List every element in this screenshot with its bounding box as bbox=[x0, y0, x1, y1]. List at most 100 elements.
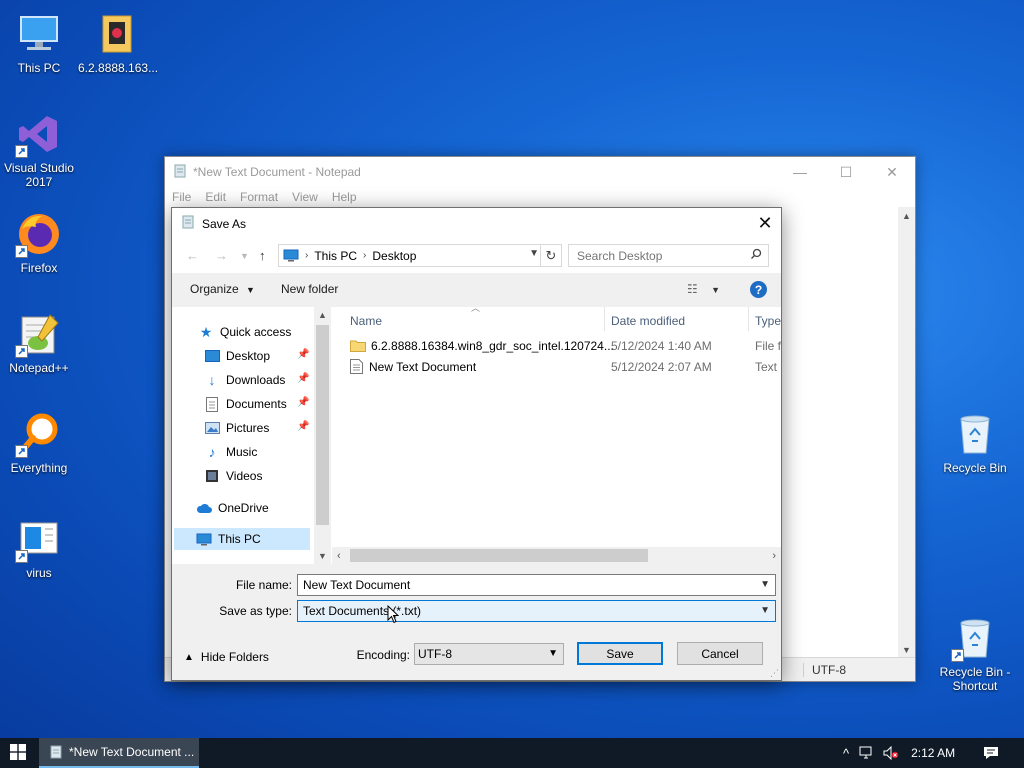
search-input[interactable]: Search Desktop bbox=[568, 244, 769, 267]
scroll-left-icon[interactable]: ‹ bbox=[337, 550, 341, 562]
scroll-up-icon[interactable]: ▲ bbox=[902, 211, 911, 221]
chevron-down-icon[interactable]: ▼ bbox=[760, 579, 770, 590]
new-folder-button[interactable]: New folder bbox=[281, 282, 338, 296]
chevron-down-icon[interactable]: ▼ bbox=[760, 605, 770, 616]
desktop-icon-zip-folder[interactable]: 6.2.8888.163... bbox=[78, 10, 158, 75]
nav-desktop[interactable]: Desktop 📌 bbox=[204, 345, 314, 367]
menu-edit[interactable]: Edit bbox=[205, 190, 226, 204]
file-row[interactable]: New Text Document bbox=[350, 356, 476, 377]
up-arrow-icon[interactable]: ↑ bbox=[259, 248, 266, 263]
scroll-up-icon[interactable]: ▲ bbox=[318, 310, 327, 320]
menu-help[interactable]: Help bbox=[332, 190, 357, 204]
start-button[interactable] bbox=[0, 738, 36, 768]
nav-documents[interactable]: Documents 📌 bbox=[204, 393, 314, 415]
minimize-button[interactable]: — bbox=[777, 157, 823, 187]
address-dropdown-icon[interactable]: ▼ bbox=[529, 248, 539, 259]
nav-pictures[interactable]: Pictures 📌 bbox=[204, 417, 314, 439]
file-row[interactable]: 6.2.8888.16384.win8_gdr_soc_intel.120724… bbox=[350, 335, 614, 356]
computer-icon bbox=[283, 249, 299, 262]
breadcrumb-desktop[interactable]: Desktop bbox=[372, 249, 416, 263]
menu-format[interactable]: Format bbox=[240, 190, 278, 204]
details-view-icon: ☷ bbox=[687, 282, 698, 296]
nav-quick-access[interactable]: ★ Quick access bbox=[198, 321, 292, 343]
nav-downloads[interactable]: ↓ Downloads 📌 bbox=[204, 369, 314, 391]
nav-label: This PC bbox=[218, 532, 261, 546]
recent-locations-chevron-icon[interactable]: ▼ bbox=[240, 251, 249, 261]
file-date: 5/12/2024 2:07 AM bbox=[611, 360, 712, 374]
resize-grip-icon[interactable]: ⋰ bbox=[770, 668, 779, 679]
action-center-icon[interactable] bbox=[983, 746, 999, 760]
desktop-icon-firefox[interactable]: Firefox bbox=[0, 210, 78, 275]
scroll-down-icon[interactable]: ▼ bbox=[318, 551, 327, 561]
volume-muted-icon[interactable] bbox=[883, 746, 899, 760]
navigation-bar: ← → ▼ ↑ › This PC › Desktop ▼ ↻ Search D… bbox=[172, 239, 781, 273]
network-icon[interactable] bbox=[859, 746, 875, 760]
close-button[interactable]: ✕ bbox=[869, 157, 915, 187]
save-as-type-select[interactable]: Text Documents (*.txt) ▼ bbox=[297, 600, 776, 622]
column-divider[interactable] bbox=[748, 307, 749, 331]
system-tray: ^ 2:12 AM bbox=[843, 738, 999, 768]
nav-label: Downloads bbox=[226, 373, 286, 387]
clock[interactable]: 2:12 AM bbox=[911, 746, 955, 760]
column-divider[interactable] bbox=[604, 307, 605, 331]
cancel-button[interactable]: Cancel bbox=[677, 642, 763, 665]
desktop-icon-virus[interactable]: virus bbox=[0, 515, 78, 580]
nav-label: Desktop bbox=[226, 349, 271, 363]
change-view-button[interactable]: ☷ ▼ bbox=[687, 282, 720, 296]
maximize-button[interactable]: ☐ bbox=[823, 157, 869, 187]
menu-view[interactable]: View bbox=[292, 190, 318, 204]
nav-videos[interactable]: Videos bbox=[204, 465, 262, 487]
breadcrumb-separator-icon: › bbox=[363, 250, 367, 261]
help-icon[interactable]: ? bbox=[750, 281, 767, 298]
file-name-label: File name: bbox=[235, 578, 292, 592]
desktop-icon-label: This PC bbox=[17, 61, 61, 75]
hide-folders-button[interactable]: ▲ Hide Folders bbox=[184, 650, 269, 664]
forward-arrow-icon[interactable]: → bbox=[215, 248, 228, 263]
notepad-vertical-scrollbar[interactable]: ▲ ▼ bbox=[898, 207, 915, 659]
desktop-icon-this-pc[interactable]: This PC bbox=[0, 10, 78, 75]
desktop-icon-recycle-bin[interactable]: Recycle Bin bbox=[936, 410, 1014, 475]
menu-file[interactable]: File bbox=[172, 190, 191, 204]
scroll-thumb[interactable] bbox=[316, 325, 329, 525]
scroll-right-icon[interactable]: › bbox=[772, 550, 776, 562]
back-arrow-icon[interactable]: ← bbox=[186, 248, 199, 263]
firefox-icon bbox=[15, 210, 63, 258]
pin-icon: 📌 bbox=[297, 397, 310, 408]
notepad-app-icon bbox=[49, 745, 63, 759]
chevron-up-icon: ▲ bbox=[184, 651, 194, 663]
encoding-select[interactable]: UTF-8 ▼ bbox=[414, 643, 564, 665]
scroll-down-icon[interactable]: ▼ bbox=[902, 645, 911, 655]
nav-onedrive[interactable]: OneDrive bbox=[196, 497, 269, 519]
desktop-icon-notepad-plus-plus[interactable]: Notepad++ bbox=[0, 310, 78, 375]
organize-button[interactable]: Organize ▼ bbox=[190, 282, 255, 296]
notepad-menubar: File Edit Format View Help bbox=[165, 187, 915, 207]
navigation-pane-scrollbar[interactable]: ▲ ▼ bbox=[314, 307, 331, 564]
taskbar-notepad-button[interactable]: *New Text Document ... bbox=[39, 738, 199, 768]
column-header-type[interactable]: Type bbox=[755, 314, 781, 328]
shortcut-arrow-icon bbox=[15, 245, 28, 258]
dialog-titlebar[interactable]: Save As bbox=[172, 208, 781, 239]
chevron-down-icon: ▼ bbox=[246, 285, 255, 295]
file-date: 5/12/2024 1:40 AM bbox=[611, 339, 712, 353]
desktop-icon-visual-studio[interactable]: Visual Studio 2017 bbox=[0, 110, 78, 189]
breadcrumb-this-pc[interactable]: This PC bbox=[314, 249, 357, 263]
file-list-horizontal-scrollbar[interactable]: ‹ › bbox=[332, 547, 781, 564]
dialog-close-button[interactable]: ✕ bbox=[749, 208, 781, 239]
column-header-date[interactable]: Date modified bbox=[611, 314, 685, 328]
nav-label: Quick access bbox=[220, 325, 292, 339]
chevron-down-icon: ▼ bbox=[711, 285, 721, 295]
chevron-up-icon[interactable]: ^ bbox=[843, 746, 849, 761]
file-name-input[interactable]: New Text Document ▼ bbox=[297, 574, 776, 596]
scroll-thumb[interactable] bbox=[350, 549, 648, 562]
column-header-name[interactable]: Name bbox=[350, 314, 382, 328]
address-bar[interactable]: › This PC › Desktop ▼ ↻ bbox=[278, 244, 562, 267]
save-button[interactable]: Save bbox=[577, 642, 663, 665]
file-list: ︿ Name Date modified Type 6.2.8888.16384… bbox=[332, 303, 781, 564]
dialog-title: Save As bbox=[202, 216, 247, 231]
refresh-icon[interactable]: ↻ bbox=[540, 245, 561, 266]
nav-this-pc[interactable]: This PC bbox=[174, 528, 310, 550]
recycle-bin-icon bbox=[951, 614, 999, 662]
desktop-icon-everything[interactable]: Everything bbox=[0, 410, 78, 475]
nav-music[interactable]: ♪ Music bbox=[204, 441, 258, 463]
desktop-icon-recycle-bin-shortcut[interactable]: Recycle Bin - Shortcut bbox=[936, 614, 1014, 693]
